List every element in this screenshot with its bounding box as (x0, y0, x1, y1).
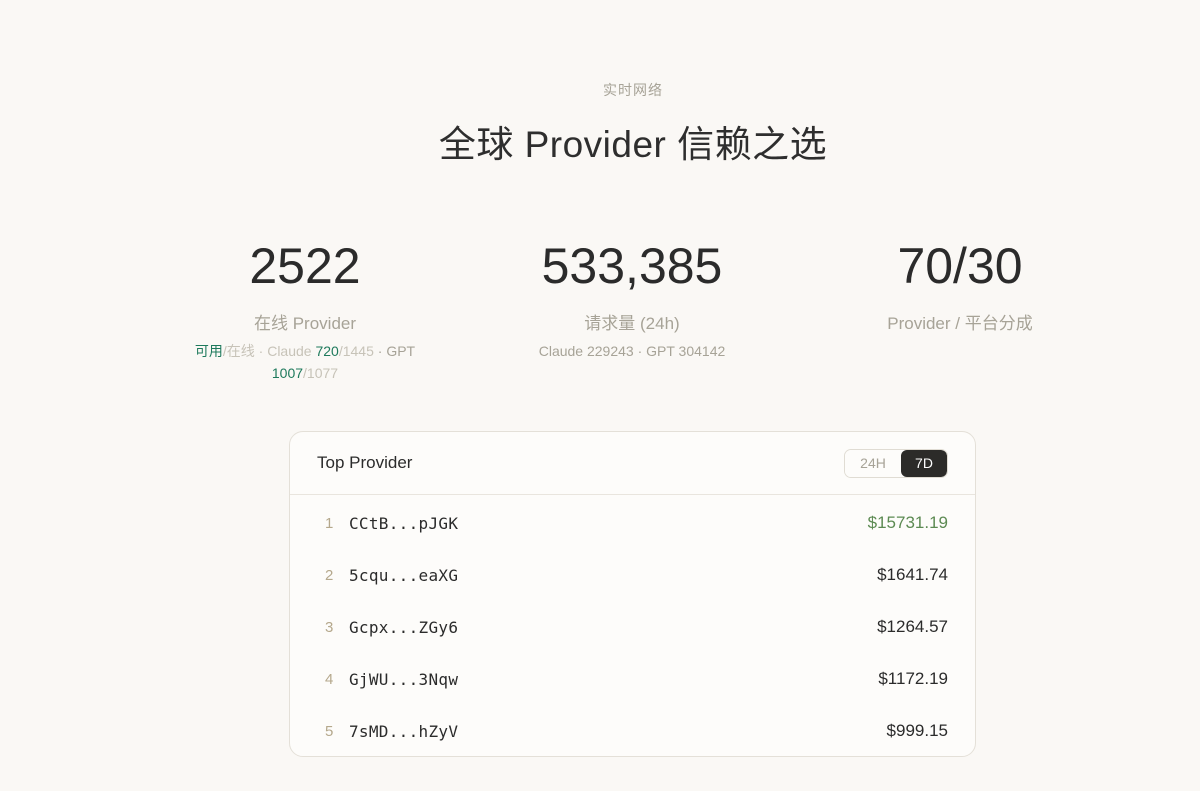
provider-earnings: $1264.57 (877, 617, 948, 636)
rank: 3 (325, 618, 334, 636)
gpt-total: /1077 (303, 365, 339, 381)
stat-revenue-split: 70/30 Provider / 平台分成 (826, 236, 1094, 335)
rank: 5 (325, 722, 334, 740)
stat-online-providers: 2522 在线 Provider 可用/在线 · Claude 720/1445… (179, 236, 431, 384)
section-eyebrow: 实时网络 (603, 82, 663, 98)
rank: 1 (325, 514, 334, 532)
list-item[interactable]: 5 7sMD...hZyV $999.15 (290, 705, 975, 756)
stat-requests-breakdown: Claude 229243 · GPT 304142 (538, 343, 726, 359)
list-item[interactable]: 1 CCtB...pJGK $15731.19 (290, 497, 975, 549)
stat-split-value: 70/30 (897, 238, 1023, 294)
claude-total: /1445 (338, 343, 374, 359)
provider-address: 5cqu...eaXG (349, 565, 459, 585)
stat-requests-label: 请求量 (24h) (584, 314, 680, 333)
provider-earnings: $999.15 (886, 721, 948, 740)
provider-list: 1 CCtB...pJGK $15731.19 2 5cqu...eaXG $1… (290, 495, 975, 756)
period-toggle: 24H 7D (844, 448, 948, 478)
provider-earnings: $1172.19 (878, 669, 948, 688)
card-header: Top Provider 24H 7D (290, 432, 975, 495)
list-item[interactable]: 4 GjWU...3Nqw $1172.19 (290, 653, 975, 705)
section-title: 全球 Provider 信赖之选 (438, 124, 828, 165)
tab-7d[interactable]: 7D (901, 449, 947, 477)
stat-requests: 533,385 请求量 (24h) Claude 229243 · GPT 30… (482, 236, 782, 362)
stat-online-label: 在线 Provider (253, 314, 357, 333)
stat-online-value: 2522 (249, 238, 361, 294)
available-label: 可用 (194, 343, 223, 359)
provider-address: 7sMD...hZyV (349, 721, 459, 741)
online-label: /在线 · Claude (222, 343, 316, 359)
provider-address: CCtB...pJGK (349, 513, 459, 533)
provider-earnings: $15731.19 (867, 513, 948, 532)
gpt-available: 1007 (271, 365, 304, 381)
rank: 4 (325, 670, 334, 688)
top-provider-card: Top Provider 24H 7D 1 CCtB...pJGK $15731… (289, 431, 976, 757)
stat-requests-value: 533,385 (541, 238, 723, 294)
stat-online-breakdown: 可用/在线 · Claude 720/1445 · GPT 1007/1077 (179, 340, 431, 384)
claude-available: 720 (315, 343, 339, 359)
provider-address: GjWU...3Nqw (349, 669, 459, 689)
rank: 2 (325, 566, 334, 584)
provider-earnings: $1641.74 (877, 565, 948, 584)
list-item[interactable]: 3 Gcpx...ZGy6 $1264.57 (290, 601, 975, 653)
card-title: Top Provider (317, 453, 413, 472)
list-item[interactable]: 2 5cqu...eaXG $1641.74 (290, 549, 975, 601)
provider-address: Gcpx...ZGy6 (349, 617, 459, 637)
tab-24h[interactable]: 24H (845, 449, 901, 477)
gpt-label: · GPT (373, 343, 416, 359)
stat-split-label: Provider / 平台分成 (887, 314, 1033, 333)
